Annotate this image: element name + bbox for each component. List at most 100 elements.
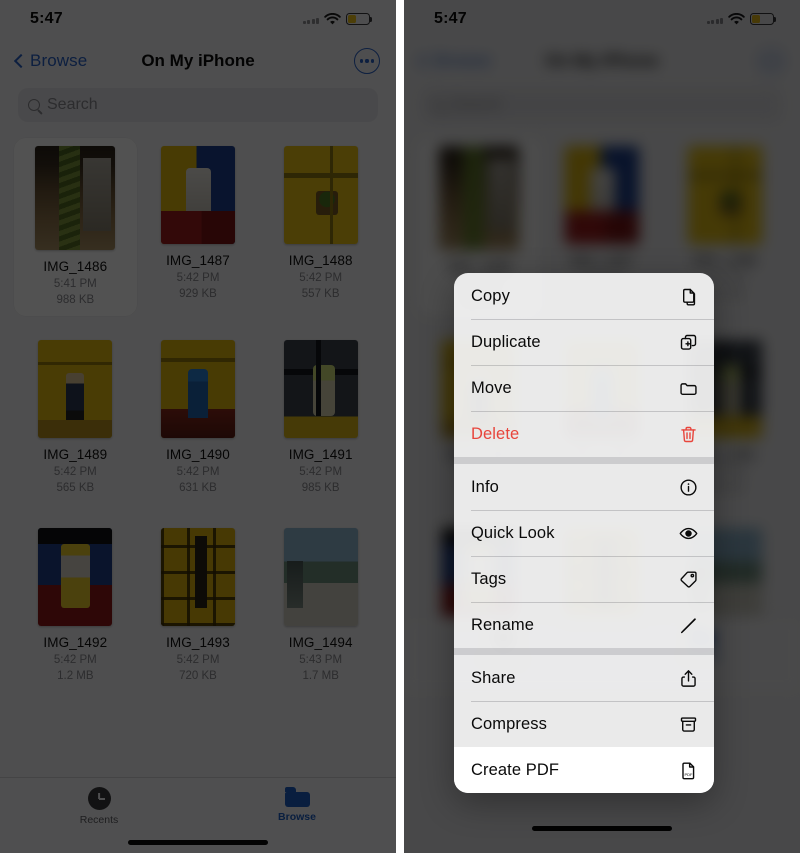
file-item[interactable]: IMG_1487 5:42 PM 929 KB (137, 138, 260, 316)
file-item[interactable]: IMG_1490 5:42 PM 631 KB (137, 332, 260, 504)
eye-icon (677, 522, 699, 544)
file-thumbnail (160, 528, 235, 626)
file-thumbnail (283, 146, 358, 244)
file-item[interactable]: IMG_1491 5:42 PM 985 KB (259, 332, 382, 504)
file-thumbnail (38, 340, 113, 438)
file-thumbnail (160, 146, 235, 244)
file-size: 988 KB (56, 294, 95, 306)
file-size: 1.7 MB (302, 670, 339, 682)
menu-item-info[interactable]: Info (454, 464, 714, 510)
menu-item-delete[interactable]: Delete (454, 411, 714, 457)
file-name: IMG_1492 (43, 635, 108, 650)
cellular-signal-icon (302, 15, 319, 24)
home-indicator (128, 840, 268, 845)
menu-item-compress[interactable]: Compress (454, 701, 714, 747)
menu-item-label: Move (471, 378, 512, 397)
menu-item-share[interactable]: Share (454, 655, 714, 701)
file-item[interactable]: IMG_1493 5:42 PM 720 KB (137, 520, 260, 692)
ellipsis-circle-icon[interactable] (758, 48, 784, 74)
tag-icon (677, 568, 699, 590)
wifi-icon (324, 12, 341, 24)
menu-item-duplicate[interactable]: Duplicate (454, 319, 714, 365)
folder-icon (677, 377, 699, 399)
file-name: IMG_1493 (166, 635, 230, 650)
tab-bar: Recents Browse (0, 777, 396, 853)
files-app-screen: 5:47 Browse On My iPhone Search IMG_1486… (0, 0, 396, 853)
menu-item-move[interactable]: Move (454, 365, 714, 411)
navigation-bar: Browse On My iPhone (0, 38, 396, 84)
wifi-icon (728, 12, 745, 24)
file-name: IMG_1487 (166, 253, 230, 268)
status-bar-clock: 5:47 (30, 10, 63, 27)
search-placeholder: Search (47, 96, 98, 113)
menu-item-label: Compress (471, 714, 547, 733)
file-size: 929 KB (179, 288, 217, 300)
file-thumbnail (283, 528, 358, 626)
search-container: Search (0, 84, 396, 132)
menu-item-label: Quick Look (471, 523, 555, 542)
file-thumbnail (35, 146, 116, 250)
menu-item-label: Copy (471, 286, 510, 305)
clock-icon (87, 787, 111, 810)
file-time: 5:42 PM (176, 654, 220, 666)
folder-icon (284, 787, 310, 807)
file-name: IMG_1486 (447, 259, 512, 274)
file-name: IMG_1487 (570, 253, 634, 268)
file-size: 985 KB (301, 482, 340, 494)
cellular-signal-icon (706, 15, 723, 24)
copy-icon (677, 285, 699, 307)
search-input[interactable]: Search (18, 88, 378, 122)
pdf-doc-icon: PDF (677, 759, 699, 781)
file-item[interactable]: IMG_1494 5:43 PM 1.7 MB (259, 520, 382, 692)
svg-text:PDF: PDF (684, 771, 693, 776)
page-title: On My iPhone (141, 51, 255, 70)
file-grid-row: IMG_1492 5:42 PM 1.2 MB IMG_1493 5:42 PM 720 … (14, 520, 382, 692)
file-time: 5:42 PM (299, 272, 343, 284)
left-phone-panel: 5:47 Browse On My iPhone Search IMG_1486… (0, 0, 396, 853)
file-size: 565 KB (56, 482, 95, 494)
file-thumbnail (283, 340, 358, 438)
duplicate-icon (677, 331, 699, 353)
search-input[interactable]: Search (422, 88, 782, 122)
context-menu-group: Share Compress Create PDF PDF (454, 648, 714, 793)
menu-item-label: Create PDF (471, 760, 560, 779)
search-icon (432, 99, 444, 111)
search-container: Search (404, 84, 800, 132)
file-time: 5:42 PM (176, 466, 220, 478)
status-bar-indicators (302, 12, 373, 26)
file-time: 5:42 PM (53, 466, 97, 478)
menu-item-label: Rename (471, 615, 534, 634)
dual-screenshot-stage: 5:47 Browse On My iPhone Search IMG_1486… (0, 0, 800, 853)
menu-item-label: Delete (471, 424, 520, 443)
file-item[interactable]: IMG_1489 5:42 PM 565 KB (14, 332, 137, 504)
file-item-selected[interactable]: IMG_1486 5:41 PM 988 KB (14, 138, 137, 316)
menu-item-create-pdf[interactable]: Create PDF PDF (454, 747, 714, 793)
archive-box-icon (677, 713, 699, 735)
file-item[interactable]: IMG_1492 5:42 PM 1.2 MB (14, 520, 137, 692)
share-icon (677, 667, 699, 689)
file-size: 631 KB (179, 482, 217, 494)
menu-item-label: Info (471, 477, 499, 496)
file-thumbnail (160, 340, 235, 438)
file-thumbnail (38, 528, 113, 626)
context-menu: Copy Duplicate Move Delete Info Quick Look Tag… (454, 273, 714, 793)
file-item[interactable]: IMG_1488 5:42 PM 557 KB (259, 138, 382, 316)
file-thumbnail (439, 146, 520, 250)
status-bar: 5:47 (404, 0, 800, 38)
info-circle-icon (677, 476, 699, 498)
file-size: 1.2 MB (57, 670, 94, 682)
context-menu-group: Info Quick Look Tags Rename (454, 457, 714, 648)
menu-item-rename[interactable]: Rename (454, 602, 714, 648)
battery-low-power-icon (750, 13, 777, 25)
file-time: 5:42 PM (53, 654, 97, 666)
menu-item-quick-look[interactable]: Quick Look (454, 510, 714, 556)
navigation-bar: Browse On My iPhone (404, 38, 800, 84)
menu-item-tags[interactable]: Tags (454, 556, 714, 602)
menu-item-copy[interactable]: Copy (454, 273, 714, 319)
file-size: 557 KB (301, 288, 340, 300)
file-name: IMG_1488 (692, 253, 757, 268)
ellipsis-circle-icon[interactable] (354, 48, 380, 74)
file-name: IMG_1490 (166, 447, 230, 462)
menu-item-label: Duplicate (471, 332, 541, 351)
status-bar-indicators (706, 12, 777, 26)
